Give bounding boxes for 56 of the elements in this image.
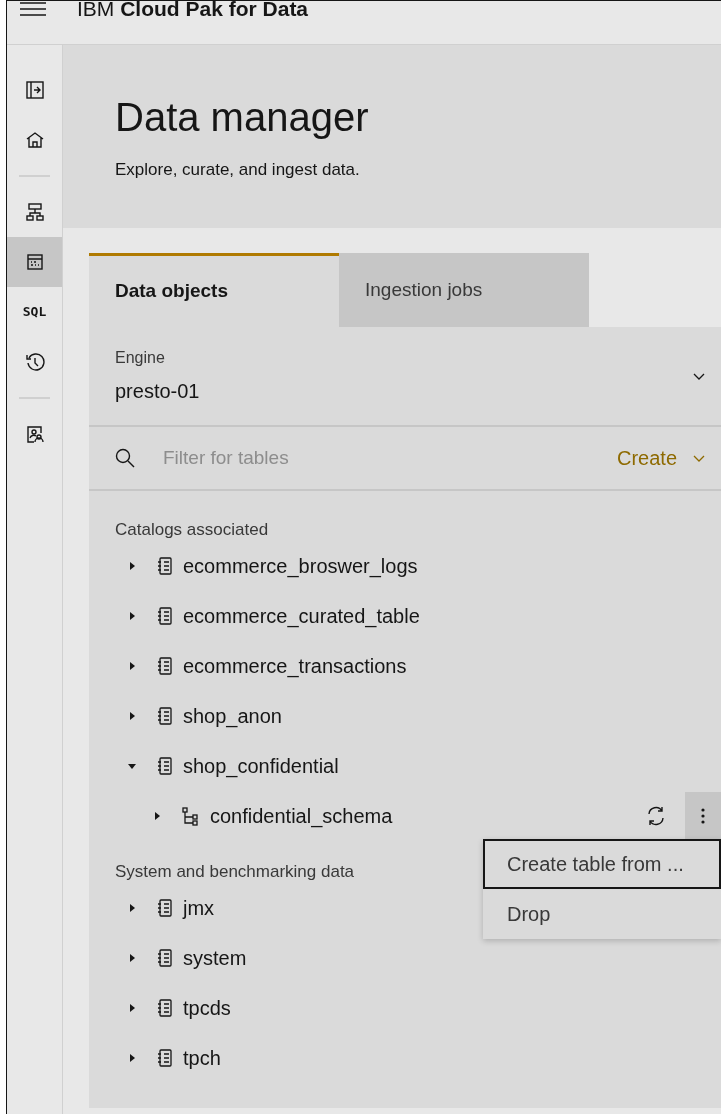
user-access-icon [24, 424, 45, 444]
overflow-menu-button[interactable] [685, 792, 721, 840]
caret-right-icon[interactable] [127, 953, 137, 963]
catalog-name[interactable]: ecommerce_transactions [183, 651, 407, 681]
home-icon [24, 130, 45, 150]
refresh-icon[interactable] [645, 805, 667, 827]
caret-right-icon[interactable] [127, 611, 137, 621]
page-title: Data manager [115, 94, 370, 141]
tab[interactable]: Data objects [89, 253, 339, 327]
search-field[interactable]: Filter for tables [163, 443, 443, 473]
caret-right-icon[interactable] [127, 661, 137, 671]
catalog-icon [157, 998, 173, 1018]
caret-right-icon[interactable] [127, 903, 137, 913]
menu-item[interactable]: Drop [483, 889, 721, 939]
schema-name[interactable]: confidential_schema [210, 801, 393, 831]
engine-label: Engine [115, 348, 166, 368]
section-heading: System and benchmarking data [115, 862, 355, 881]
catalog-name[interactable]: jmx [183, 893, 215, 923]
catalog-icon [157, 556, 173, 576]
caret-down-icon[interactable] [127, 761, 137, 771]
catalog-name[interactable]: system [183, 943, 247, 973]
product-name: IBM Cloud Pak for Data [77, 0, 309, 22]
catalog-icon [157, 756, 173, 776]
catalog-icon [157, 1048, 173, 1068]
caret-right-icon[interactable] [127, 1003, 137, 1013]
catalog-name[interactable]: tpcds [183, 993, 231, 1023]
engine-dropdown[interactable]: Engine presto-01 [89, 327, 721, 427]
caret-right-icon[interactable] [127, 561, 137, 571]
schema-icon [182, 806, 200, 826]
catalog-icon [157, 656, 173, 676]
catalog-icon [157, 948, 173, 968]
catalog-name[interactable]: shop_confidential [183, 751, 339, 781]
caret-right-icon[interactable] [127, 711, 137, 721]
catalog-icon [157, 706, 173, 726]
sql-nav-item[interactable]: SQL [20, 302, 49, 322]
menu-item[interactable]: Create table from ... [483, 839, 721, 889]
hierarchy-icon [24, 202, 45, 222]
page-subtitle: Explore, curate, and ingest data. [115, 159, 361, 181]
catalog-icon [157, 898, 173, 918]
calendar-icon [24, 252, 45, 272]
caret-right-icon[interactable] [127, 1053, 137, 1063]
catalog-name[interactable]: shop_anon [183, 701, 282, 731]
create-button[interactable]: Create [616, 427, 721, 489]
catalog-name[interactable]: ecommerce_broswer_logs [183, 551, 418, 581]
catalog-name[interactable]: ecommerce_curated_table [183, 601, 420, 631]
engine-value: presto-01 [115, 379, 201, 404]
tab[interactable]: Ingestion jobs [339, 253, 589, 327]
history-icon [24, 352, 45, 372]
catalog-icon [157, 606, 173, 626]
catalog-name[interactable]: tpch [183, 1043, 221, 1073]
section-heading: Catalogs associated [115, 520, 269, 539]
nav-item[interactable] [7, 237, 62, 287]
side-panel-open-icon [24, 80, 45, 100]
overflow-icon [701, 808, 705, 824]
search-icon [115, 448, 135, 468]
caret-right-icon[interactable] [152, 811, 162, 821]
